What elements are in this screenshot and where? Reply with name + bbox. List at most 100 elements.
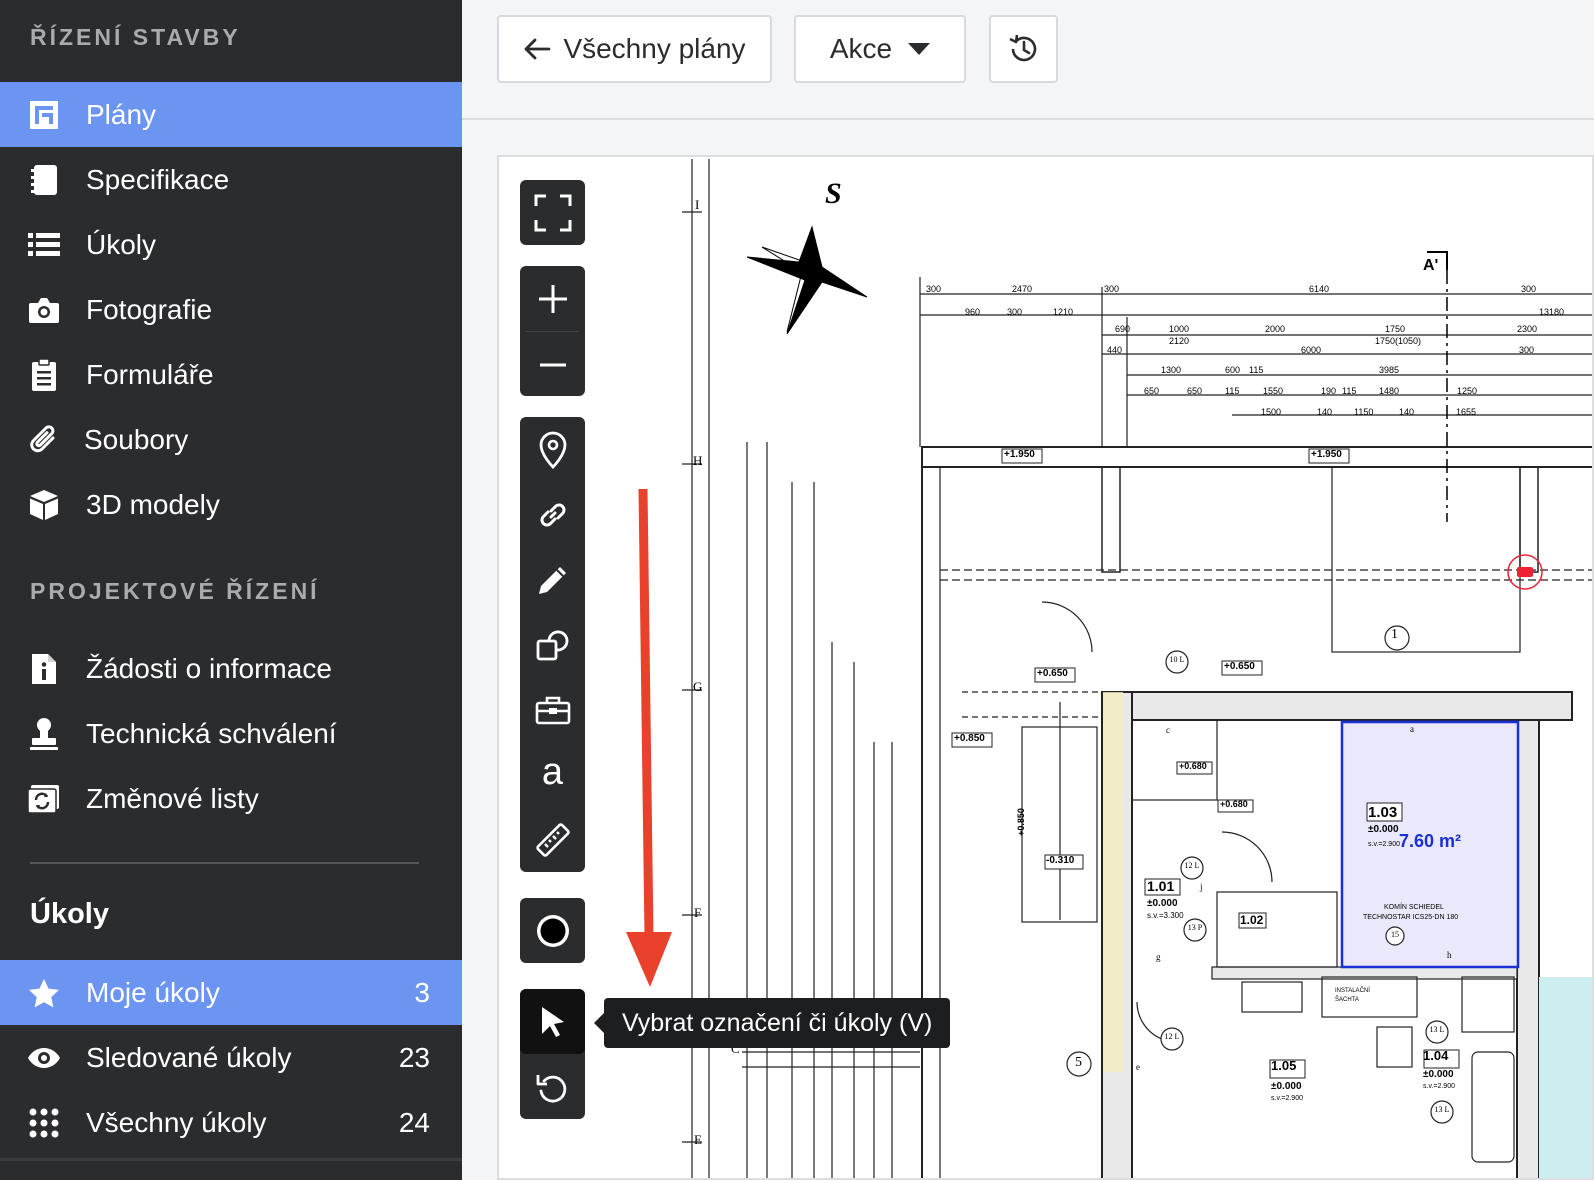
pin-tool-button[interactable] bbox=[520, 417, 585, 482]
minus-icon bbox=[539, 363, 566, 366]
info-file-icon bbox=[26, 651, 62, 687]
camera-icon bbox=[26, 292, 62, 328]
plan-marker: 13 L bbox=[1434, 1105, 1450, 1114]
level-label: -0.310 bbox=[1046, 855, 1075, 866]
dimension-label: 300 bbox=[1521, 284, 1537, 294]
shapes-icon bbox=[536, 630, 568, 660]
room-level: ±0.000 bbox=[1423, 1069, 1454, 1080]
dimension-label: 2300 bbox=[1517, 324, 1538, 334]
dimension-label: 115 bbox=[1225, 386, 1240, 396]
sidebar-item-3d-models[interactable]: 3D modely bbox=[0, 472, 462, 537]
notebook-icon bbox=[26, 162, 62, 198]
dimension-label: 300 bbox=[926, 284, 942, 294]
measure-tool-button[interactable] bbox=[520, 807, 585, 872]
level-label: +0.650 bbox=[1037, 668, 1068, 679]
plan-marker: 10 L bbox=[1169, 655, 1185, 664]
dimension-label: 6140 bbox=[1309, 284, 1330, 294]
dimension-label: 690 bbox=[1115, 324, 1131, 334]
dimension-label: 1210 bbox=[1053, 307, 1074, 317]
sidebar-item-label: Úkoly bbox=[86, 228, 157, 260]
sidebar-item-label: Formuláře bbox=[86, 358, 214, 390]
sidebar-item-label: Technická schválení bbox=[86, 717, 337, 749]
plan-icon bbox=[26, 97, 62, 133]
room-number: 1.02 bbox=[1240, 913, 1264, 927]
room-level: ±0.000 bbox=[1368, 824, 1399, 835]
eye-icon bbox=[26, 1040, 62, 1076]
plus-icon bbox=[538, 284, 567, 313]
level-label: +1.950 bbox=[1311, 449, 1342, 460]
level-label: +0.650 bbox=[1224, 661, 1255, 672]
dimension-label: 140 bbox=[1317, 407, 1333, 417]
task-count-badge: 3 bbox=[414, 976, 430, 1008]
dimension-label: 1500 bbox=[1261, 407, 1282, 417]
text-a-icon: a bbox=[541, 750, 564, 793]
sidebar-item-plans[interactable]: Plány bbox=[0, 82, 462, 147]
room-ceiling: s.v.=2.900 bbox=[1423, 1083, 1455, 1090]
undo-button[interactable] bbox=[520, 1054, 585, 1119]
room-level: ±0.000 bbox=[1147, 898, 1178, 909]
dimension-label: 1750 bbox=[1385, 324, 1406, 334]
grid-axis-i: I bbox=[695, 197, 700, 212]
plan-letter-marker: h bbox=[1447, 950, 1452, 960]
room-number: 1.01 bbox=[1147, 878, 1175, 894]
sidebar-scroll-edge bbox=[0, 1158, 462, 1161]
sidebar-item-label: Změnové listy bbox=[86, 782, 259, 814]
back-to-plans-label: Všechny plány bbox=[563, 33, 746, 64]
text-tool-button[interactable]: a bbox=[520, 742, 585, 807]
dimension-label: 1000 bbox=[1169, 324, 1190, 334]
sidebar-item-label: Soubory bbox=[84, 423, 189, 455]
fullscreen-icon bbox=[534, 194, 571, 231]
pencil-tool-button[interactable] bbox=[520, 547, 585, 612]
color-swatch-icon bbox=[536, 914, 569, 947]
toolbox-tool-button[interactable] bbox=[520, 677, 585, 742]
color-picker-button[interactable] bbox=[520, 898, 585, 963]
link-tool-button[interactable] bbox=[520, 482, 585, 547]
select-tool-tooltip: Vybrat označení či úkoly (V) bbox=[593, 998, 951, 1048]
link-icon bbox=[540, 503, 565, 526]
cube-icon bbox=[26, 487, 62, 523]
room-level: ±0.000 bbox=[1271, 1081, 1302, 1092]
room-number: 1.03 bbox=[1368, 804, 1398, 821]
back-to-plans-button[interactable]: Všechny plány bbox=[497, 15, 772, 83]
dimension-label: 1550 bbox=[1263, 386, 1284, 396]
select-tools bbox=[520, 989, 585, 1119]
dimension-label: 600 bbox=[1225, 365, 1241, 375]
room-number: 1.04 bbox=[1423, 1048, 1449, 1063]
sidebar-item-forms[interactable]: Formuláře bbox=[0, 342, 462, 407]
select-tool-button[interactable] bbox=[520, 989, 585, 1054]
zoom-tools bbox=[520, 266, 585, 396]
sidebar-item-photos[interactable]: Fotografie bbox=[0, 277, 462, 342]
dimension-label: 960 bbox=[965, 307, 981, 317]
zoom-out-button[interactable] bbox=[520, 332, 585, 397]
section-title-site: ŘÍZENÍ STAVBY bbox=[30, 24, 241, 50]
sidebar-item-watched-tasks[interactable]: Sledované úkoly 23 bbox=[0, 1025, 462, 1090]
shaft-label: INSTALAČNÍ ŠACHTA bbox=[1335, 988, 1370, 1003]
sidebar-item-tasks[interactable]: Úkoly bbox=[0, 212, 462, 277]
level-label: +0.680 bbox=[1179, 761, 1207, 771]
dimension-label: 650 bbox=[1187, 386, 1203, 396]
section-title-project: PROJEKTOVÉ ŘÍZENÍ bbox=[30, 578, 320, 604]
sidebar-item-specifications[interactable]: Specifikace bbox=[0, 147, 462, 212]
sidebar-item-all-tasks[interactable]: Všechny úkoly 24 bbox=[0, 1090, 462, 1155]
dimension-label: 3985 bbox=[1379, 365, 1400, 375]
arrow-left-icon bbox=[525, 38, 551, 60]
room-ceiling: s.v.=3.300 bbox=[1147, 911, 1184, 920]
fullscreen-button[interactable] bbox=[520, 180, 585, 245]
color-tools bbox=[520, 898, 585, 963]
sidebar-item-rfi[interactable]: Žádosti o informace bbox=[0, 636, 462, 701]
sidebar-item-approvals[interactable]: Technická schválení bbox=[0, 701, 462, 766]
actions-dropdown-button[interactable]: Akce bbox=[794, 15, 966, 83]
sidebar-item-change-orders[interactable]: Změnové listy bbox=[0, 766, 462, 831]
plan-marker: 15 bbox=[1391, 930, 1399, 939]
grid-icon bbox=[26, 1105, 62, 1141]
annotation-arrow bbox=[626, 488, 672, 987]
history-button[interactable] bbox=[989, 15, 1058, 83]
shapes-tool-button[interactable] bbox=[520, 612, 585, 677]
actions-label: Akce bbox=[829, 33, 893, 64]
change-icon bbox=[26, 781, 62, 817]
ruler-icon bbox=[535, 822, 570, 857]
sidebar-item-my-tasks[interactable]: Moje úkoly 3 bbox=[0, 960, 462, 1025]
sidebar-item-files[interactable]: Soubory bbox=[0, 407, 462, 472]
history-icon bbox=[1008, 34, 1036, 62]
zoom-in-button[interactable] bbox=[520, 266, 585, 331]
